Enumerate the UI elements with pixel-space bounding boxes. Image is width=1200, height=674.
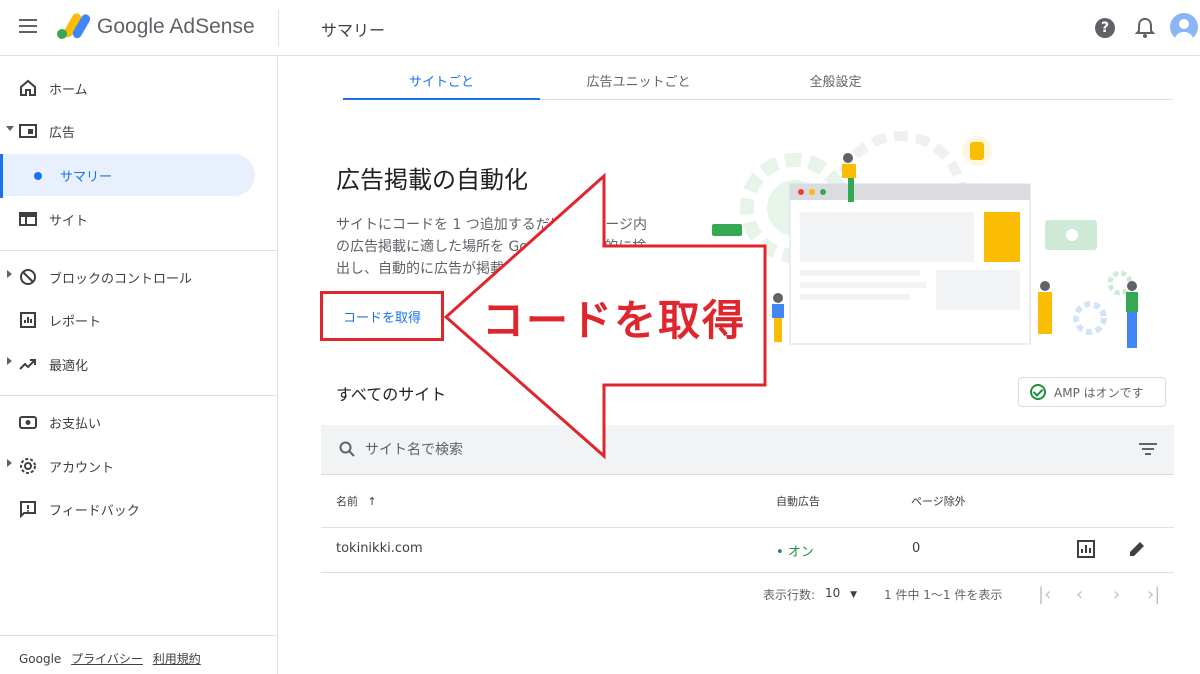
sidebar-item-feedback[interactable]: フィードバック	[0, 488, 270, 530]
active-dot-icon	[34, 172, 42, 180]
sidebar-divider	[0, 395, 277, 396]
filter-icon[interactable]	[1139, 443, 1157, 457]
column-header-name[interactable]: 名前 ↑	[336, 493, 377, 509]
status-dot-icon: •	[776, 545, 784, 560]
expand-caret-icon	[7, 459, 12, 467]
sidebar-item-label: お支払い	[49, 417, 102, 432]
sidebar-item-payments[interactable]: お支払い	[0, 401, 270, 443]
account-avatar[interactable]	[1170, 13, 1198, 41]
block-icon	[20, 269, 36, 285]
sidebar-item-ads[interactable]: 広告	[0, 110, 270, 152]
adsense-logo-icon	[57, 13, 90, 39]
terms-link[interactable]: 利用規約	[153, 652, 201, 666]
column-header-label: 名前	[336, 495, 358, 508]
sidebar-item-label: 広告	[49, 126, 76, 141]
amp-status-button[interactable]: AMP はオンです	[1018, 377, 1166, 407]
auto-ads-status-label: オン	[787, 545, 814, 560]
pagination-range: 1 件中 1〜1 件を表示	[884, 588, 1003, 602]
tab-general-settings[interactable]: 全般設定	[737, 71, 934, 90]
prev-page-icon[interactable]: ‹	[1076, 584, 1083, 605]
site-search-bar	[321, 425, 1174, 475]
rows-per-page-label: 表示行数:	[763, 588, 816, 602]
page-title: サマリー	[321, 21, 386, 40]
expand-caret-icon	[7, 357, 12, 365]
feedback-icon	[20, 501, 36, 518]
sidebar-item-optimization[interactable]: 最適化	[0, 343, 270, 385]
report-bar-chart-icon[interactable]	[1077, 540, 1095, 558]
sidebar-item-summary[interactable]: サマリー	[0, 154, 255, 198]
dropdown-caret-icon: ▼	[850, 590, 858, 600]
header-divider	[278, 10, 279, 46]
help-icon[interactable]: ?	[1095, 18, 1115, 38]
expand-caret-icon	[7, 270, 12, 278]
brand-name: Google AdSense	[97, 15, 255, 38]
all-sites-title: すべてのサイト	[336, 385, 447, 404]
rows-per-page-select[interactable]: 10 ▼	[825, 586, 857, 600]
sidebar-item-block-controls[interactable]: ブロックのコントロール	[0, 256, 270, 298]
annotation-label: コードを取得	[482, 296, 747, 345]
rows-per-page-value: 10	[825, 586, 841, 600]
tab-bar: サイトごと 広告ユニットごと 全般設定	[343, 57, 1173, 100]
sidebar-item-label: ホーム	[49, 83, 88, 98]
search-icon	[339, 441, 355, 457]
footer-brand: Google	[19, 652, 62, 666]
last-page-icon[interactable]: ›|	[1147, 584, 1160, 605]
edit-pencil-icon[interactable]	[1128, 540, 1146, 558]
home-icon	[20, 79, 36, 96]
gear-icon	[20, 458, 36, 474]
sidebar-item-label: サマリー	[60, 170, 113, 185]
privacy-link[interactable]: プライバシー	[71, 652, 143, 666]
auto-ads-illustration	[712, 131, 1138, 348]
sidebar-item-account[interactable]: アカウント	[0, 445, 270, 487]
sidebar-item-label: ブロックのコントロール	[49, 272, 193, 287]
trending-up-icon	[19, 359, 36, 370]
amp-status-label: AMP はオンです	[1054, 385, 1144, 400]
sidebar-item-sites[interactable]: サイト	[0, 198, 270, 240]
sidebar-divider	[0, 635, 277, 636]
site-search-input[interactable]	[365, 437, 1065, 463]
hero-description: サイトにコードを 1 つ追加するだけで、ページ内の広告掲載に適した場所を Goo…	[336, 217, 647, 277]
first-page-icon[interactable]: |‹	[1038, 584, 1051, 605]
ads-icon	[19, 124, 37, 138]
sidebar-footer: Google プライバシー 利用規約	[19, 650, 201, 667]
hero-title: 広告掲載の自動化	[336, 166, 528, 194]
column-header-page-exclusions: ページ除外	[911, 495, 966, 508]
sort-arrow-icon: ↑	[367, 495, 377, 508]
site-icon	[19, 212, 37, 226]
tab-by-ad-unit[interactable]: 広告ユニットごと	[540, 71, 737, 90]
report-icon	[20, 312, 36, 328]
next-page-icon[interactable]: ›	[1113, 584, 1120, 605]
get-code-button[interactable]: コードを取得	[320, 291, 444, 341]
hamburger-menu-icon[interactable]	[19, 19, 37, 35]
sidebar-item-reports[interactable]: レポート	[0, 299, 270, 341]
sidebar-item-label: レポート	[49, 315, 102, 330]
sidebar-item-home[interactable]: ホーム	[0, 67, 270, 109]
sidebar-item-label: フィードバック	[49, 504, 140, 519]
table-divider	[321, 527, 1174, 528]
notifications-bell-icon[interactable]	[1135, 17, 1155, 39]
table-divider	[321, 572, 1174, 573]
active-tab-indicator	[343, 98, 540, 100]
sidebar-divider	[0, 250, 277, 251]
column-header-auto-ads: 自動広告	[776, 495, 820, 508]
sidebar-item-label: 最適化	[49, 359, 89, 374]
payment-icon	[19, 416, 37, 429]
expand-caret-icon	[6, 126, 14, 131]
check-circle-icon	[1030, 384, 1046, 400]
site-name-cell[interactable]: tokinikki.com	[336, 541, 423, 556]
sidebar-item-label: サイト	[49, 214, 89, 229]
sidebar: ホーム 広告 サマリー サイト ブロックのコントロール レポート 最適化 お支払…	[0, 57, 278, 674]
top-app-bar: Google AdSense サマリー ?	[0, 0, 1200, 56]
auto-ads-status-cell: • オン	[776, 541, 814, 560]
sidebar-item-label: アカウント	[49, 461, 115, 476]
page-exclusions-cell: 0	[912, 541, 921, 556]
tab-by-site[interactable]: サイトごと	[343, 71, 540, 90]
